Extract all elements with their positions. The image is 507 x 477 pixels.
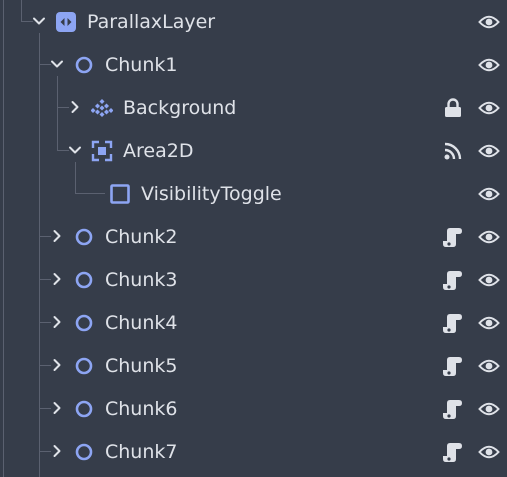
node2d-icon — [73, 54, 95, 76]
eye-icon[interactable] — [478, 226, 500, 248]
eye-icon[interactable] — [478, 269, 500, 291]
area2d-icon — [91, 140, 113, 162]
chevron-right-icon[interactable] — [48, 399, 66, 417]
chevron-right-icon[interactable] — [48, 442, 66, 460]
node-label: Chunk1 — [105, 54, 178, 76]
tree-row-chunk3[interactable]: Chunk3 — [0, 258, 507, 301]
script-icon[interactable] — [442, 269, 464, 291]
script-icon[interactable] — [442, 441, 464, 463]
node-label: Chunk5 — [105, 355, 178, 377]
scene-tree: ParallaxLayer Chunk1 Background Area2D V… — [0, 0, 507, 477]
node-label: Background — [123, 97, 237, 119]
chevron-right-icon[interactable] — [66, 98, 84, 116]
signal-icon[interactable] — [442, 140, 464, 162]
node-label: ParallaxLayer — [87, 11, 216, 33]
lock-icon[interactable] — [442, 97, 464, 119]
tree-row-parallax-layer[interactable]: ParallaxLayer — [0, 0, 507, 43]
tilemap-icon — [91, 97, 113, 119]
eye-icon[interactable] — [478, 11, 500, 33]
script-icon[interactable] — [442, 355, 464, 377]
chevron-down-icon[interactable] — [66, 141, 84, 159]
node-label: Chunk7 — [105, 441, 178, 463]
chevron-right-icon[interactable] — [48, 270, 66, 288]
tree-row-chunk5[interactable]: Chunk5 — [0, 344, 507, 387]
tree-row-chunk1[interactable]: Chunk1 — [0, 43, 507, 86]
node-label: Area2D — [123, 140, 194, 162]
node2d-icon — [73, 226, 95, 248]
node-label: Chunk2 — [105, 226, 178, 248]
chevron-down-icon[interactable] — [48, 55, 66, 73]
chevron-right-icon[interactable] — [48, 313, 66, 331]
eye-icon[interactable] — [478, 97, 500, 119]
tree-row-chunk4[interactable]: Chunk4 — [0, 301, 507, 344]
eye-icon[interactable] — [478, 140, 500, 162]
chevron-right-icon[interactable] — [48, 356, 66, 374]
node2d-icon — [73, 312, 95, 334]
node2d-icon — [73, 355, 95, 377]
tree-row-area2d[interactable]: Area2D — [0, 129, 507, 172]
eye-icon[interactable] — [478, 312, 500, 334]
tree-row-background[interactable]: Background — [0, 86, 507, 129]
tree-row-chunk2[interactable]: Chunk2 — [0, 215, 507, 258]
eye-icon[interactable] — [478, 183, 500, 205]
node2d-icon — [73, 441, 95, 463]
tree-row-visibility-toggle[interactable]: VisibilityToggle — [0, 172, 507, 215]
node-label: Chunk4 — [105, 312, 178, 334]
script-icon[interactable] — [442, 226, 464, 248]
eye-icon[interactable] — [478, 54, 500, 76]
eye-icon[interactable] — [478, 355, 500, 377]
node-label: VisibilityToggle — [141, 183, 282, 205]
eye-icon[interactable] — [478, 398, 500, 420]
script-icon[interactable] — [442, 398, 464, 420]
chevron-down-icon[interactable] — [30, 12, 48, 30]
tree-row-chunk6[interactable]: Chunk6 — [0, 387, 507, 430]
eye-icon[interactable] — [478, 441, 500, 463]
parallax-layer-icon — [55, 11, 77, 33]
node2d-icon — [73, 269, 95, 291]
node-label: Chunk3 — [105, 269, 178, 291]
node2d-icon — [73, 398, 95, 420]
tree-row-chunk7[interactable]: Chunk7 — [0, 430, 507, 473]
script-icon[interactable] — [442, 312, 464, 334]
control-icon — [109, 183, 131, 205]
node-label: Chunk6 — [105, 398, 178, 420]
chevron-right-icon[interactable] — [48, 227, 66, 245]
